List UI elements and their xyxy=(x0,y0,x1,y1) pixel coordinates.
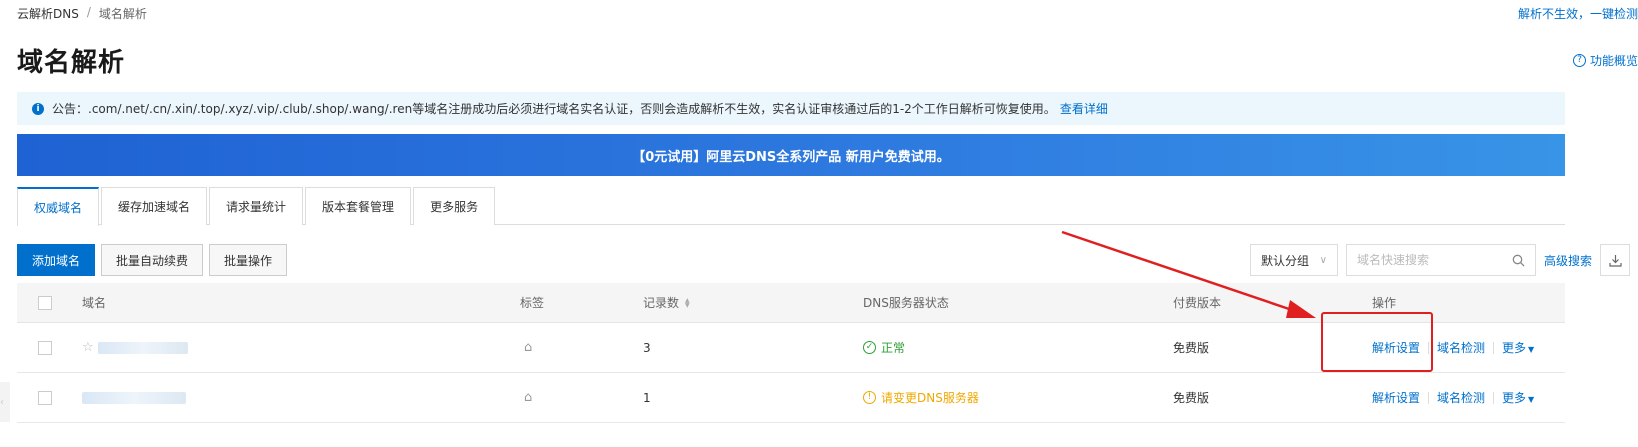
header-tag: 标签 xyxy=(520,296,545,310)
chevron-down-icon: ∨ xyxy=(1319,254,1327,266)
tag-icon[interactable]: ⌂ xyxy=(524,340,532,355)
record-count[interactable]: 1 xyxy=(643,373,651,422)
dns-status: ! 请变更DNS服务器 xyxy=(863,389,979,406)
table-header: 域名 标签 记录数 ▲ ▼ DNS服务器状态 付费版本 操作 xyxy=(17,283,1565,323)
dns-status: ✓ 正常 xyxy=(863,339,905,356)
page-title: 域名解析 xyxy=(17,48,126,78)
filter-tools: 默认分组 ∨ 高级搜索 xyxy=(1249,244,1630,276)
divider xyxy=(1428,341,1430,354)
group-select[interactable]: 默认分组 ∨ xyxy=(1249,244,1338,276)
add-domain-button[interactable]: 添加域名 xyxy=(17,244,96,276)
promo-banner-text: 【0元试用】阿里云DNS全系列产品 新用户免费试用。 xyxy=(632,149,950,165)
tab-more-services[interactable]: 更多服务 xyxy=(413,187,496,225)
more-label: 更多 xyxy=(1502,341,1527,355)
more-menu[interactable]: 更多 ▼ xyxy=(1502,339,1534,356)
domain-search xyxy=(1345,244,1536,276)
announcement-text: 公告：.com/.net/.cn/.xin/.top/.xyz/.vip/.cl… xyxy=(52,102,1056,116)
breadcrumb-separator: / xyxy=(86,5,91,19)
edition-cell: 免费版 xyxy=(1173,391,1210,405)
row-checkbox[interactable] xyxy=(38,340,52,355)
domain-search-input[interactable] xyxy=(1356,253,1497,267)
star-icon[interactable]: ☆ xyxy=(82,340,94,355)
breadcrumb-root[interactable]: 云解析DNS xyxy=(17,5,79,22)
row-operations: 解析设置 域名检测 更多 ▼ xyxy=(1372,339,1534,356)
check-circle-icon: ✓ xyxy=(863,341,876,354)
header-edition: 付费版本 xyxy=(1173,296,1222,310)
caret-down-icon: ▼ xyxy=(1528,345,1535,354)
one-click-check-link[interactable]: 解析不生效，一键检测 xyxy=(1518,5,1638,22)
resolve-settings-link[interactable]: 解析设置 xyxy=(1372,339,1420,356)
tab-edition-management[interactable]: 版本套餐管理 xyxy=(305,187,412,225)
domain-name-redacted[interactable] xyxy=(82,391,186,404)
feature-overview-label: 功能概览 xyxy=(1589,54,1638,68)
select-all-checkbox[interactable] xyxy=(38,295,52,310)
divider xyxy=(1493,391,1495,404)
announcement-bar: i 公告：.com/.net/.cn/.xin/.top/.xyz/.vip/.… xyxy=(17,92,1565,125)
tab-bar: 权威域名 缓存加速域名 请求量统计 版本套餐管理 更多服务 xyxy=(17,187,1565,226)
header-operations: 操作 xyxy=(1372,296,1397,310)
group-select-value: 默认分组 xyxy=(1260,253,1309,268)
feature-overview-link[interactable]: ? 功能概览 xyxy=(1572,52,1638,69)
header-records[interactable]: 记录数 ▲ ▼ xyxy=(643,283,690,322)
download-button[interactable] xyxy=(1600,244,1630,276)
tab-authoritative-domains[interactable]: 权威域名 xyxy=(17,187,100,226)
header-dns-status: DNS服务器状态 xyxy=(863,296,949,310)
domain-check-link[interactable]: 域名检测 xyxy=(1437,389,1485,406)
breadcrumb: 云解析DNS / 域名解析 xyxy=(17,5,147,22)
dns-status-text[interactable]: 请变更DNS服务器 xyxy=(881,389,979,406)
caret-down-icon: ▼ xyxy=(1528,395,1535,404)
tab-cache-accelerated-domains[interactable]: 缓存加速域名 xyxy=(101,187,208,225)
row-checkbox[interactable] xyxy=(38,390,52,405)
table-row: ☆ ⌂ 3 ✓ 正常 免费版 解析设置 域名检测 更多 ▼ xyxy=(17,323,1565,373)
domain-cell: ☆ xyxy=(82,323,188,372)
table-row: ⌂ 1 ! 请变更DNS服务器 免费版 解析设置 域名检测 更多 ▼ xyxy=(17,373,1565,423)
record-count[interactable]: 3 xyxy=(643,323,651,372)
divider xyxy=(1493,341,1495,354)
download-icon xyxy=(1608,254,1622,267)
more-menu[interactable]: 更多 ▼ xyxy=(1502,389,1534,406)
edition-cell: 免费版 xyxy=(1173,341,1210,355)
warning-icon: ! xyxy=(863,391,876,404)
header-domain: 域名 xyxy=(82,296,107,310)
domain-name-redacted[interactable] xyxy=(97,341,188,354)
info-icon: i xyxy=(32,102,44,115)
promo-banner[interactable]: 【0元试用】阿里云DNS全系列产品 新用户免费试用。 xyxy=(17,134,1565,176)
action-toolbar: 添加域名 批量自动续费 批量操作 xyxy=(17,244,288,276)
announcement-detail-link[interactable]: 查看详细 xyxy=(1060,100,1108,117)
more-label: 更多 xyxy=(1502,391,1527,405)
breadcrumb-current: 域名解析 xyxy=(98,7,147,21)
help-icon: ? xyxy=(1572,54,1586,67)
domain-table: 域名 标签 记录数 ▲ ▼ DNS服务器状态 付费版本 操作 ☆ ⌂ 3 ✓ 正常… xyxy=(17,283,1565,423)
domain-check-link[interactable]: 域名检测 xyxy=(1437,339,1485,356)
dns-status-text: 正常 xyxy=(881,341,906,355)
tag-icon[interactable]: ⌂ xyxy=(524,390,532,405)
row-operations: 解析设置 域名检测 更多 ▼ xyxy=(1372,389,1534,406)
domain-cell xyxy=(82,373,186,422)
header-records-label: 记录数 xyxy=(643,296,680,310)
batch-auto-renew-button[interactable]: 批量自动续费 xyxy=(101,244,204,276)
divider xyxy=(1428,391,1430,404)
batch-operation-button[interactable]: 批量操作 xyxy=(209,244,288,276)
sort-icon[interactable]: ▲ ▼ xyxy=(685,297,690,308)
resolve-settings-link[interactable]: 解析设置 xyxy=(1372,389,1420,406)
tab-request-statistics[interactable]: 请求量统计 xyxy=(209,187,304,225)
search-icon[interactable] xyxy=(1512,254,1525,267)
advanced-search-link[interactable]: 高级搜索 xyxy=(1544,252,1592,269)
side-collapse-handle[interactable]: ‹ xyxy=(0,382,10,422)
